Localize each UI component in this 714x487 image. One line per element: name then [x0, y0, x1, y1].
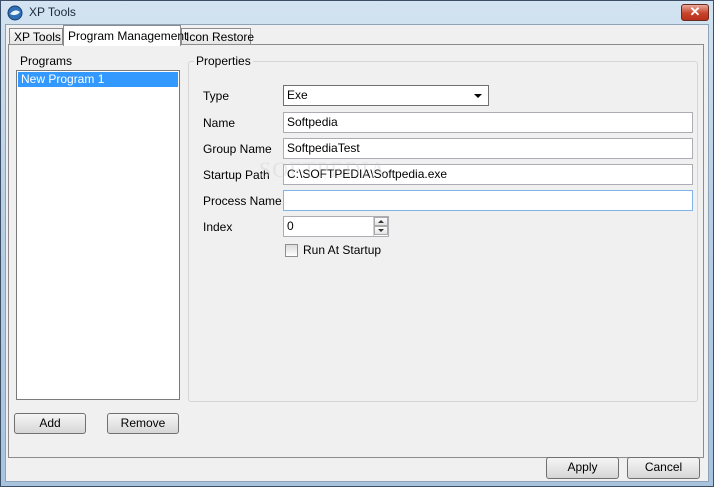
type-selected-value: Exe [287, 88, 308, 102]
startup-path-label: Startup Path [203, 168, 270, 182]
tab-program-management[interactable]: Program Management [63, 25, 187, 46]
chevron-up-icon[interactable] [374, 217, 388, 226]
client-area: XP Tools Program Management Icon Restore… [5, 24, 709, 482]
group-name-field[interactable]: SoftpediaTest [283, 138, 693, 159]
chevron-down-icon [474, 94, 482, 98]
app-logo-icon [7, 5, 23, 21]
title-bar[interactable]: XP Tools ✕ [1, 1, 713, 25]
programs-group: Programs New Program 1 [13, 54, 185, 401]
index-value: 0 [287, 219, 294, 233]
type-label: Type [203, 89, 230, 103]
close-icon: ✕ [689, 4, 701, 19]
process-name-field[interactable] [283, 190, 693, 211]
index-stepper[interactable]: 0 [283, 216, 389, 237]
window-title: XP Tools [29, 5, 76, 19]
cancel-button[interactable]: Cancel [627, 457, 700, 479]
properties-group-label: Properties [194, 54, 253, 68]
programs-group-label: Programs [18, 54, 75, 68]
app-window: XP Tools ✕ XP Tools Program Management I… [0, 0, 714, 487]
program-management-page: Programs New Program 1 Add Remove Proper… [8, 44, 704, 458]
add-button[interactable]: Add [14, 413, 86, 434]
index-label: Index [203, 220, 233, 234]
run-at-startup-label[interactable]: Run At Startup [303, 243, 381, 257]
remove-button[interactable]: Remove [107, 413, 179, 434]
startup-path-field[interactable]: C:\SOFTPEDIA\Softpedia.exe [283, 164, 693, 185]
run-at-startup-checkbox[interactable] [285, 244, 298, 257]
chevron-down-icon[interactable] [374, 226, 388, 235]
type-select[interactable]: Exe [283, 85, 489, 106]
name-label: Name [203, 116, 236, 130]
group-name-label: Group Name [203, 142, 272, 156]
properties-group: Properties Type Exe Name Softpedia Group… [188, 54, 698, 402]
name-field[interactable]: Softpedia [283, 112, 693, 133]
close-button[interactable]: ✕ [681, 4, 709, 21]
list-item[interactable]: New Program 1 [18, 72, 178, 87]
tab-xp-tools[interactable]: XP Tools [9, 28, 63, 45]
index-spin-buttons [373, 217, 388, 236]
programs-listbox[interactable]: New Program 1 [16, 70, 180, 400]
tab-icon-restore[interactable]: Icon Restore [181, 28, 254, 45]
process-name-label: Process Name [203, 194, 282, 208]
apply-button[interactable]: Apply [546, 457, 619, 479]
